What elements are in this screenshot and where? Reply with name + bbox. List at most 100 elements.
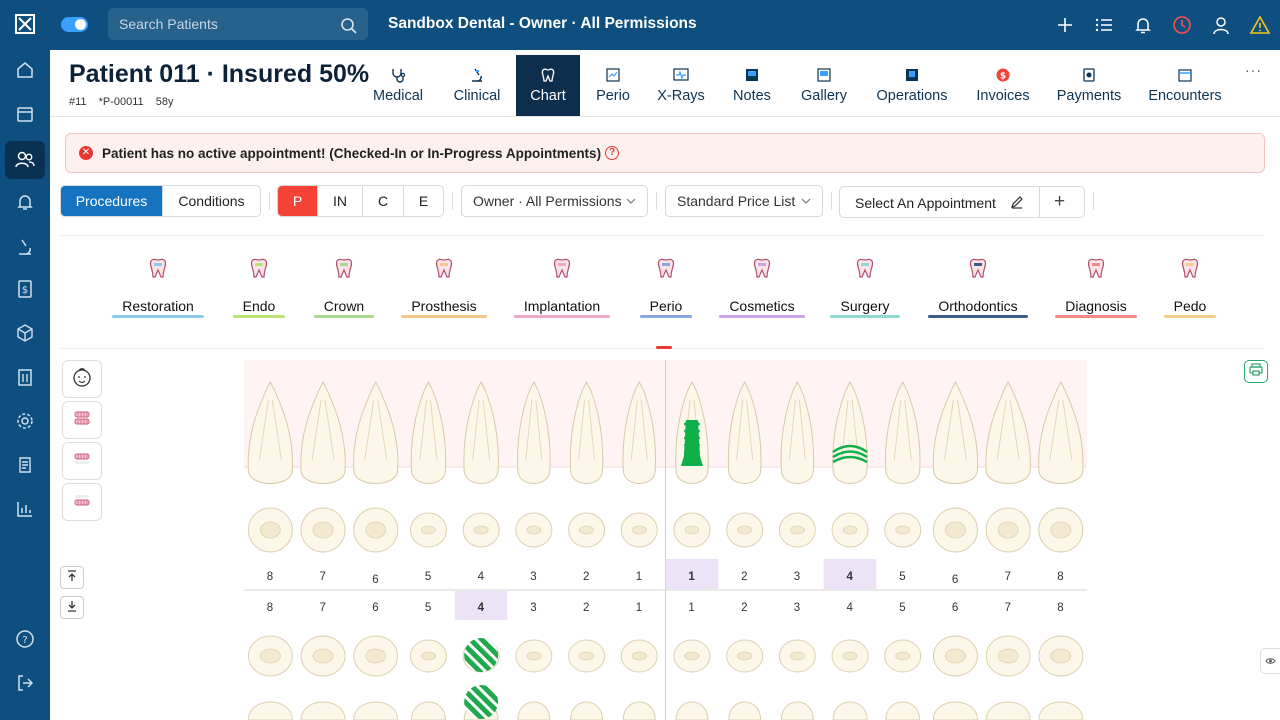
microscope-icon[interactable]: [5, 228, 45, 266]
tooth-number-upper[interactable]: 8: [244, 571, 296, 583]
tooth-number-lower[interactable]: 3: [771, 602, 823, 614]
tooth-number-upper[interactable]: 6: [349, 574, 401, 586]
tab-encounters[interactable]: Encounters: [1146, 55, 1224, 116]
scroll-bottom-button[interactable]: [60, 596, 84, 619]
tab-gallery[interactable]: Gallery: [794, 55, 854, 116]
tooth-number-upper[interactable]: 2: [560, 571, 612, 583]
category-orthodontics[interactable]: Orthodontics: [918, 255, 1038, 318]
tooth-number-upper[interactable]: 1: [666, 571, 718, 583]
lower-arch-button[interactable]: [62, 483, 102, 521]
alert-text: Patient has no active appointment! (Chec…: [102, 145, 602, 161]
category-implantation[interactable]: Implantation: [502, 255, 622, 318]
tab-operations[interactable]: Operations: [872, 55, 952, 116]
tooth-number-upper[interactable]: 2: [718, 571, 770, 583]
visibility-toggle[interactable]: [1260, 648, 1280, 674]
tooth-number-lower[interactable]: 5: [876, 602, 928, 614]
help-icon[interactable]: ?: [605, 146, 620, 160]
category-prosthesis[interactable]: Prosthesis: [384, 255, 504, 318]
tooth-number-lower[interactable]: 6: [349, 602, 401, 614]
search-icon[interactable]: [340, 14, 358, 46]
full-mouth-button[interactable]: [62, 401, 102, 439]
tooth-number-lower[interactable]: 4: [455, 602, 507, 614]
tooth-number-lower[interactable]: 1: [666, 602, 718, 614]
tooth-number-lower[interactable]: 5: [402, 602, 454, 614]
stethoscope-icon: [390, 67, 406, 83]
tooth-number-lower[interactable]: 8: [1035, 602, 1087, 614]
bell-icon[interactable]: [1131, 13, 1155, 37]
billing-icon[interactable]: $: [5, 270, 45, 308]
tooth-number-upper[interactable]: 3: [508, 571, 560, 583]
status-c-button[interactable]: C: [363, 186, 404, 216]
tooth-number-lower[interactable]: 2: [718, 602, 770, 614]
tooth-number-upper[interactable]: 5: [402, 571, 454, 583]
tab-chart[interactable]: Chart: [516, 55, 580, 116]
notifications-icon[interactable]: [5, 183, 45, 221]
inventory-icon[interactable]: [5, 314, 45, 352]
clock-icon[interactable]: [1170, 13, 1194, 37]
category-underline: [719, 315, 805, 318]
tooth-number-lower[interactable]: 6: [929, 602, 981, 614]
collapse-indicator[interactable]: [656, 346, 672, 349]
tooth-number-lower[interactable]: 7: [297, 602, 349, 614]
scroll-top-button[interactable]: [60, 566, 84, 589]
tooth-number-upper[interactable]: 3: [771, 571, 823, 583]
tooth-number-lower[interactable]: 1: [613, 602, 665, 614]
search-input[interactable]: Search Patients: [108, 8, 368, 40]
patients-icon[interactable]: [5, 141, 45, 179]
tab-perio[interactable]: Perio: [588, 55, 638, 116]
child-chart-button[interactable]: [62, 360, 102, 398]
tab-clinical[interactable]: Clinical: [446, 55, 508, 116]
tooth-number-upper[interactable]: 6: [929, 574, 981, 586]
warning-icon[interactable]: [1248, 13, 1272, 37]
lower-tooth: [517, 701, 551, 720]
edit-icon[interactable]: [1010, 195, 1024, 212]
upper-arch-button[interactable]: [62, 442, 102, 480]
category-cosmetics[interactable]: Cosmetics: [702, 255, 822, 318]
tooth-number-lower[interactable]: 8: [244, 602, 296, 614]
tooth-number-lower[interactable]: 2: [560, 602, 612, 614]
theme-toggle[interactable]: [61, 17, 88, 32]
conditions-button[interactable]: Conditions: [163, 186, 260, 216]
help-icon[interactable]: ?: [5, 620, 45, 658]
status-e-button[interactable]: E: [404, 186, 443, 216]
tooth-number-upper[interactable]: 5: [876, 571, 928, 583]
tab-x-rays[interactable]: X-Rays: [652, 55, 710, 116]
tab-notes[interactable]: Notes: [724, 55, 780, 116]
home-icon[interactable]: [5, 51, 45, 89]
status-in-button[interactable]: IN: [318, 186, 363, 216]
tab-invoices[interactable]: $ Invoices: [970, 55, 1036, 116]
tooth-number-upper[interactable]: 8: [1035, 571, 1087, 583]
logout-icon[interactable]: [5, 664, 45, 702]
category-underline: [112, 315, 204, 318]
operations-icon: [905, 67, 919, 83]
tooth-number-upper[interactable]: 7: [982, 571, 1034, 583]
settings-icon[interactable]: [5, 402, 45, 440]
category-surgery[interactable]: Surgery: [805, 255, 925, 318]
appointment-select[interactable]: Select An Appointment +: [839, 186, 1085, 218]
ledger-icon[interactable]: [5, 446, 45, 484]
category-pedo[interactable]: Pedo: [1130, 255, 1250, 318]
tab-medical[interactable]: Medical: [366, 55, 430, 116]
building-icon[interactable]: [5, 358, 45, 396]
app-logo[interactable]: [5, 5, 45, 43]
print-button[interactable]: [1244, 360, 1268, 383]
tooth-number-upper[interactable]: 7: [297, 571, 349, 583]
tooth-number-upper[interactable]: 4: [455, 571, 507, 583]
price-list-select[interactable]: Standard Price List: [665, 185, 823, 217]
reports-icon[interactable]: [5, 490, 45, 528]
more-menu-button[interactable]: ···: [1245, 62, 1262, 78]
user-icon[interactable]: [1209, 13, 1233, 37]
tooth-number-lower[interactable]: 3: [508, 602, 560, 614]
calendar-icon[interactable]: [5, 95, 45, 133]
status-p-button[interactable]: P: [278, 186, 318, 216]
add-appointment-button[interactable]: +: [1054, 191, 1065, 213]
plus-icon[interactable]: [1053, 13, 1077, 37]
tab-payments[interactable]: Payments: [1052, 55, 1126, 116]
provider-select[interactable]: Owner · All Permissions: [461, 185, 648, 217]
tooth-number-upper[interactable]: 1: [613, 571, 665, 583]
procedures-button[interactable]: Procedures: [61, 186, 163, 216]
list-icon[interactable]: [1092, 13, 1116, 37]
tooth-number-lower[interactable]: 7: [982, 602, 1034, 614]
tooth-number-upper[interactable]: 4: [824, 571, 876, 583]
tooth-number-lower[interactable]: 4: [824, 602, 876, 614]
